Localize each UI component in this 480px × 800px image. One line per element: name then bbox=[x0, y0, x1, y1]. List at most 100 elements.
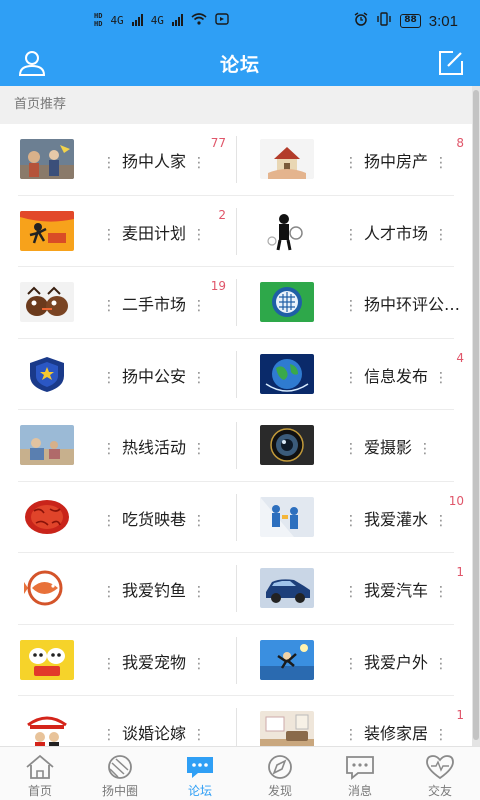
column-divider bbox=[236, 636, 237, 684]
circle-icon bbox=[108, 755, 132, 779]
forum-name: 二手市场 bbox=[96, 291, 212, 315]
new-post-count: 1 bbox=[456, 708, 464, 722]
column-divider bbox=[236, 279, 237, 326]
new-post-count: 4 bbox=[456, 350, 464, 365]
app-header: 论坛 bbox=[0, 44, 480, 86]
forum-name: 吃货映巷 bbox=[96, 506, 212, 530]
forum-thumbnail bbox=[20, 639, 74, 680]
forum-name: 麦田计划 bbox=[96, 220, 212, 244]
tab-messages[interactable]: 消息 bbox=[320, 747, 400, 800]
forum-name: 我爱灌水 bbox=[338, 506, 454, 530]
tab-label: 首页 bbox=[27, 784, 52, 798]
signal-icon bbox=[131, 14, 143, 26]
forum-thumbnail bbox=[20, 496, 74, 537]
new-post-count: 19 bbox=[210, 279, 226, 293]
cast-icon bbox=[215, 12, 229, 28]
forum-item[interactable]: 扬中房产 8 bbox=[238, 124, 474, 196]
page-title: 论坛 bbox=[219, 54, 260, 76]
forum-name: 装修家居 bbox=[338, 720, 454, 744]
tab-home[interactable]: 首页 bbox=[0, 747, 80, 800]
compass-icon bbox=[268, 755, 292, 779]
tab-friends[interactable]: 交友 bbox=[400, 747, 480, 800]
forum-row: 扬中公安 信息发布 4 bbox=[0, 339, 472, 411]
forum-item[interactable]: 爱摄影 bbox=[238, 410, 474, 482]
forum-item[interactable]: 扬中公安 bbox=[0, 339, 236, 411]
forum-name: 扬中公安 bbox=[96, 363, 212, 387]
tab-label: 消息 bbox=[347, 784, 372, 798]
vibrate-icon bbox=[376, 12, 392, 30]
new-post-count: 1 bbox=[456, 565, 464, 579]
new-post-count: 8 bbox=[456, 136, 464, 150]
column-divider bbox=[236, 565, 237, 612]
forum-row: 热线活动 爱摄影 bbox=[0, 410, 472, 482]
tab-discover[interactable]: 发现 bbox=[240, 747, 320, 800]
forum-name: 信息发布 bbox=[338, 363, 454, 387]
message-icon bbox=[346, 756, 374, 780]
forum-thumbnail bbox=[260, 711, 314, 751]
forum-name: 人才市场 bbox=[338, 220, 454, 244]
forum-name: 扬中人家 bbox=[96, 148, 212, 172]
forum-name: 我爱汽车 bbox=[338, 577, 454, 601]
forum-item[interactable]: 人才市场 bbox=[238, 196, 474, 268]
forum-item[interactable]: 我爱宠物 bbox=[0, 625, 236, 697]
forum-thumbnail bbox=[260, 568, 314, 608]
battery-icon: 88 bbox=[400, 14, 421, 28]
forum-thumbnail bbox=[20, 282, 74, 322]
forum-row: 扬中人家 77 扬中房产 8 bbox=[0, 124, 472, 196]
hd-indicator: HD HD bbox=[94, 12, 103, 28]
column-divider bbox=[236, 207, 237, 255]
tab-label: 论坛 bbox=[187, 784, 212, 798]
tab-forum[interactable]: 论坛 bbox=[160, 747, 240, 800]
forum-item[interactable]: 扬中环评公… bbox=[238, 267, 474, 339]
forum-row: 吃货映巷 我爱灌水 10 bbox=[0, 482, 472, 554]
forum-thumbnail bbox=[260, 496, 314, 537]
status-time: 3:01 bbox=[428, 12, 458, 30]
new-post-count: 77 bbox=[210, 136, 226, 150]
forum-grid: 扬中人家 77 扬中房产 8 麦田计划 2 人才市场 二手市场 19 bbox=[0, 124, 472, 768]
status-bar: HD HD 4G 4G 88 3:01 bbox=[0, 0, 480, 44]
forum-item[interactable]: 我爱钓鱼 bbox=[0, 553, 236, 625]
forum-thumbnail bbox=[260, 425, 314, 465]
column-divider bbox=[236, 136, 237, 183]
forum-item[interactable]: 二手市场 19 bbox=[0, 267, 236, 339]
forum-thumbnail bbox=[260, 139, 314, 179]
forum-row: 我爱宠物 我爱户外 bbox=[0, 625, 472, 697]
bottom-tab-bar: 首页 扬中圈 论坛 发现 消息 交友 bbox=[0, 746, 480, 800]
forum-name: 谈婚论嫁 bbox=[96, 720, 212, 744]
status-right: 88 3:01 bbox=[354, 12, 458, 30]
edit-icon bbox=[439, 51, 463, 75]
forum-thumbnail bbox=[20, 139, 74, 179]
forum-item[interactable]: 我爱户外 bbox=[238, 625, 474, 697]
heart-icon bbox=[426, 755, 454, 780]
alarm-icon bbox=[354, 12, 368, 30]
home-icon bbox=[26, 754, 54, 779]
forum-item[interactable]: 麦田计划 2 bbox=[0, 196, 236, 268]
tab-circle[interactable]: 扬中圈 bbox=[80, 747, 160, 800]
forum-item[interactable]: 我爱灌水 10 bbox=[238, 482, 474, 554]
forum-thumbnail bbox=[260, 353, 314, 394]
signal-icon bbox=[171, 14, 183, 26]
compose-button[interactable] bbox=[436, 48, 466, 78]
forum-thumbnail bbox=[260, 282, 314, 322]
new-post-count: 10 bbox=[448, 493, 464, 508]
forum-thumbnail bbox=[20, 353, 74, 394]
forum-item[interactable]: 信息发布 4 bbox=[238, 339, 474, 411]
forum-name: 扬中房产 bbox=[338, 148, 454, 172]
tab-label: 交友 bbox=[427, 784, 452, 798]
network-4g-2: 4G bbox=[150, 13, 164, 27]
forum-name: 热线活动 bbox=[96, 434, 212, 458]
forum-row: 麦田计划 2 人才市场 bbox=[0, 196, 472, 268]
forum-thumbnail bbox=[20, 711, 74, 751]
forum-item[interactable]: 热线活动 bbox=[0, 410, 236, 482]
forum-thumbnail bbox=[20, 425, 74, 465]
forum-item[interactable]: 我爱汽车 1 bbox=[238, 553, 474, 625]
new-post-count: 2 bbox=[218, 207, 226, 222]
forum-item[interactable]: 吃货映巷 bbox=[0, 482, 236, 554]
forum-item[interactable]: 扬中人家 77 bbox=[0, 124, 236, 196]
wifi-icon bbox=[191, 12, 207, 28]
forum-row: 我爱钓鱼 我爱汽车 1 bbox=[0, 553, 472, 625]
tab-label: 扬中圈 bbox=[101, 784, 138, 798]
forum-name: 扬中环评公… bbox=[338, 291, 460, 315]
network-4g-1: 4G bbox=[110, 13, 124, 27]
forum-row: 二手市场 19 扬中环评公… bbox=[0, 267, 472, 339]
